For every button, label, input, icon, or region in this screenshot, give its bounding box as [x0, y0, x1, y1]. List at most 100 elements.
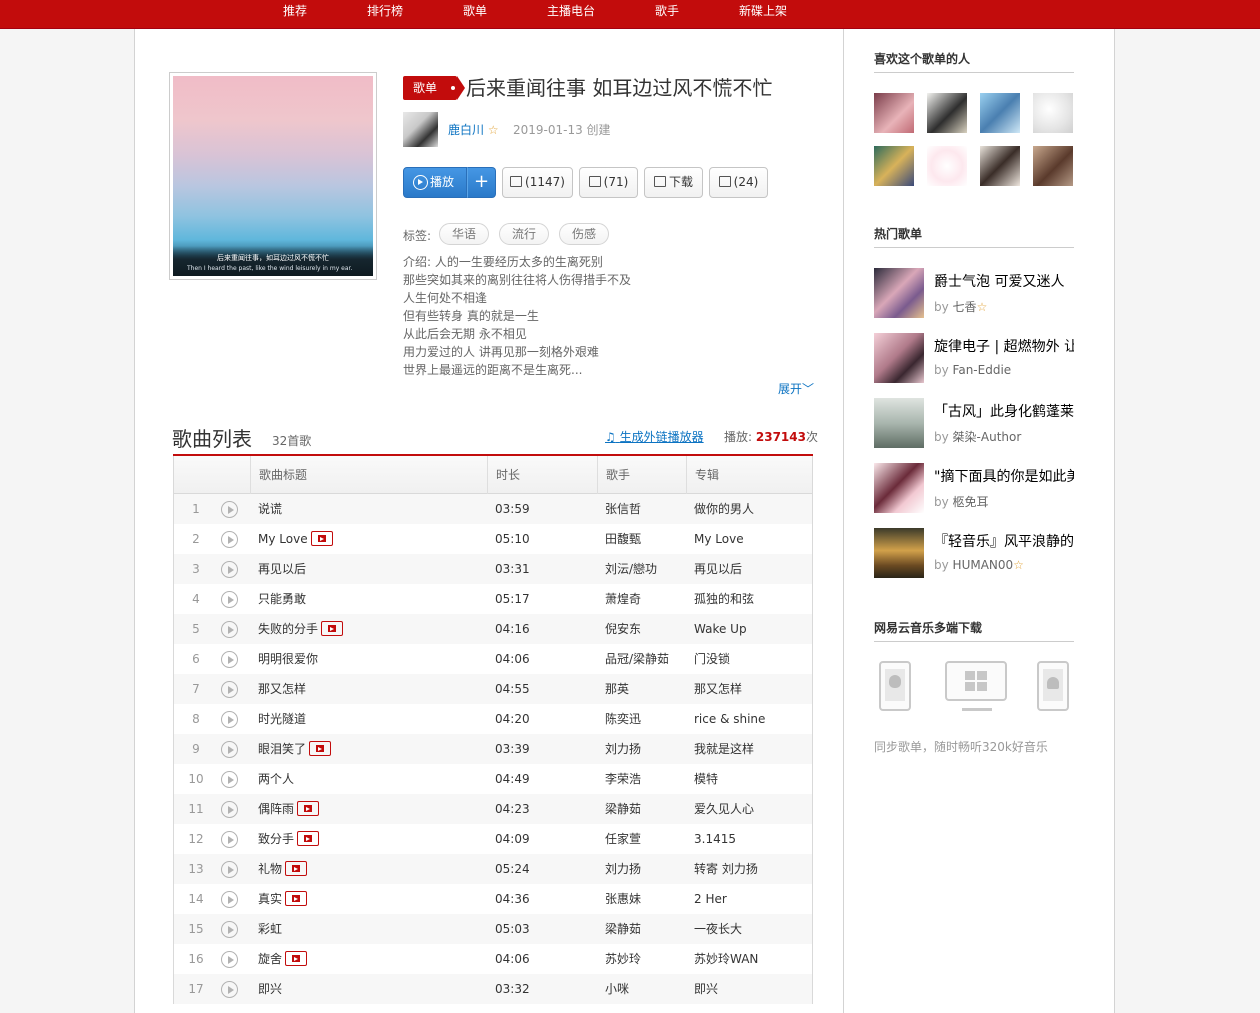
- play-track-icon[interactable]: [221, 831, 238, 848]
- nav-recommend[interactable]: 推荐: [283, 0, 307, 29]
- track-album[interactable]: 模特: [694, 764, 809, 794]
- track-artist[interactable]: 刘力扬: [605, 734, 685, 764]
- creator-avatar[interactable]: [403, 112, 438, 147]
- mv-icon[interactable]: [310, 531, 333, 546]
- track-album[interactable]: 3.1415: [694, 824, 809, 854]
- track-artist[interactable]: 任家萱: [605, 824, 685, 854]
- track-artist[interactable]: 梁静茹: [605, 794, 685, 824]
- add-to-queue-button[interactable]: +: [467, 167, 496, 198]
- liker-avatar[interactable]: [980, 146, 1020, 186]
- play-track-icon[interactable]: [221, 861, 238, 878]
- track-artist[interactable]: 田馥甄: [605, 524, 685, 554]
- track-artist[interactable]: 陈奕迅: [605, 704, 685, 734]
- collect-button[interactable]: (1147): [502, 167, 573, 198]
- play-track-icon[interactable]: [221, 711, 238, 728]
- table-row[interactable]: 12 致分手 04:09 任家萱 3.1415: [174, 824, 812, 854]
- table-row[interactable]: 8 时光隧道 04:20 陈奕迅 rice & shine: [174, 704, 812, 734]
- mv-icon[interactable]: [297, 801, 320, 816]
- table-row[interactable]: 13 礼物 05:24 刘力扬 转寄 刘力扬: [174, 854, 812, 884]
- android-download-icon[interactable]: [1037, 661, 1069, 711]
- nav-new-albums[interactable]: 新碟上架: [739, 0, 787, 29]
- liker-avatar[interactable]: [927, 146, 967, 186]
- nav-artists[interactable]: 歌手: [655, 0, 679, 29]
- nav-charts[interactable]: 排行榜: [367, 0, 403, 29]
- track-album[interactable]: 做你的男人: [694, 494, 809, 524]
- table-row[interactable]: 14 真实 04:36 张惠妹 2 Her: [174, 884, 812, 914]
- table-row[interactable]: 7 那又怎样 04:55 那英 那又怎样: [174, 674, 812, 704]
- hot-playlist-cover[interactable]: [874, 333, 924, 383]
- nav-radio[interactable]: 主播电台: [547, 0, 595, 29]
- nav-playlists[interactable]: 歌单: [463, 0, 487, 29]
- track-album[interactable]: rice & shine: [694, 704, 809, 734]
- track-artist[interactable]: 倪安东: [605, 614, 685, 644]
- play-button[interactable]: 播放: [403, 167, 467, 198]
- hot-playlist-title[interactable]: 旋律电子 | 超燃物外 让你心醉: [934, 336, 1074, 356]
- play-track-icon[interactable]: [221, 891, 238, 908]
- mv-icon[interactable]: [309, 741, 332, 756]
- track-title[interactable]: 即兴: [258, 982, 282, 996]
- track-album[interactable]: 爱久见人心: [694, 794, 809, 824]
- table-row[interactable]: 16 旋舍 04:06 苏妙玲 苏妙玲WAN: [174, 944, 812, 974]
- track-album[interactable]: 转寄 刘力扬: [694, 854, 809, 884]
- table-row[interactable]: 15 彩虹 05:03 梁静茹 一夜长大: [174, 914, 812, 944]
- track-album[interactable]: 那又怎样: [694, 674, 809, 704]
- track-title[interactable]: 明明很爱你: [258, 652, 318, 666]
- play-track-icon[interactable]: [221, 771, 238, 788]
- liker-avatar[interactable]: [1033, 93, 1073, 133]
- play-track-icon[interactable]: [221, 651, 238, 668]
- hot-playlist-cover[interactable]: [874, 268, 924, 318]
- mv-icon[interactable]: [285, 951, 308, 966]
- track-title[interactable]: 那又怎样: [258, 682, 306, 696]
- track-title[interactable]: 礼物: [258, 862, 282, 876]
- table-row[interactable]: 4 只能勇敢 05:17 萧煌奇 孤独的和弦: [174, 584, 812, 614]
- track-album[interactable]: 孤独的和弦: [694, 584, 809, 614]
- liker-avatar[interactable]: [874, 93, 914, 133]
- hot-playlist-cover[interactable]: [874, 463, 924, 513]
- track-title[interactable]: 再见以后: [258, 562, 306, 576]
- play-track-icon[interactable]: [221, 561, 238, 578]
- hot-playlist-title[interactable]: 爵士气泡 可爱又迷人: [934, 271, 1074, 291]
- table-row[interactable]: 10 两个人 04:49 李荣浩 模特: [174, 764, 812, 794]
- play-track-icon[interactable]: [221, 981, 238, 998]
- hot-playlist-cover[interactable]: [874, 528, 924, 578]
- download-button[interactable]: 下载: [644, 167, 703, 198]
- liker-avatar[interactable]: [1033, 146, 1073, 186]
- track-title[interactable]: 只能勇敢: [258, 592, 306, 606]
- creator-link[interactable]: 鹿白川 ☆: [448, 121, 499, 138]
- mv-icon[interactable]: [297, 831, 320, 846]
- track-artist[interactable]: 品冠/梁静茹: [605, 644, 685, 674]
- mv-icon[interactable]: [285, 861, 308, 876]
- hot-playlist-cover[interactable]: [874, 398, 924, 448]
- ios-download-icon[interactable]: [879, 661, 911, 711]
- liker-avatar[interactable]: [874, 146, 914, 186]
- expand-intro-link[interactable]: 展开﹀: [778, 380, 814, 397]
- table-row[interactable]: 3 再见以后 03:31 刘沄/戀功 再见以后: [174, 554, 812, 584]
- track-title[interactable]: 真实: [258, 892, 282, 906]
- hot-playlist-title[interactable]: 『轻音乐』风平浪静的午后: [934, 531, 1074, 551]
- hot-playlist-title[interactable]: "摘下面具的你是如此美丽": [934, 466, 1074, 486]
- track-title[interactable]: 彩虹: [258, 922, 282, 936]
- play-track-icon[interactable]: [221, 801, 238, 818]
- tag-pill[interactable]: 华语: [439, 223, 489, 245]
- author-name[interactable]: Fan-Eddie: [953, 363, 1012, 377]
- table-row[interactable]: 6 明明很爱你 04:06 品冠/梁静茹 门没锁: [174, 644, 812, 674]
- track-title[interactable]: 偶阵雨: [258, 802, 294, 816]
- creator-name[interactable]: 鹿白川: [448, 123, 484, 137]
- mv-icon[interactable]: [321, 621, 344, 636]
- track-artist[interactable]: 李荣浩: [605, 764, 685, 794]
- track-artist[interactable]: 张信哲: [605, 494, 685, 524]
- play-track-icon[interactable]: [221, 531, 238, 548]
- table-row[interactable]: 11 偶阵雨 04:23 梁静茹 爱久见人心: [174, 794, 812, 824]
- generate-player-link[interactable]: ♫ 生成外链播放器: [605, 428, 704, 445]
- track-album[interactable]: 门没锁: [694, 644, 809, 674]
- play-track-icon[interactable]: [221, 921, 238, 938]
- table-row[interactable]: 5 失败的分手 04:16 倪安东 Wake Up: [174, 614, 812, 644]
- track-album[interactable]: 即兴: [694, 974, 809, 1004]
- play-track-icon[interactable]: [221, 591, 238, 608]
- track-artist[interactable]: 刘力扬: [605, 854, 685, 884]
- liker-avatar[interactable]: [980, 93, 1020, 133]
- track-artist[interactable]: 那英: [605, 674, 685, 704]
- play-track-icon[interactable]: [221, 951, 238, 968]
- track-artist[interactable]: 张惠妹: [605, 884, 685, 914]
- mv-icon[interactable]: [285, 891, 308, 906]
